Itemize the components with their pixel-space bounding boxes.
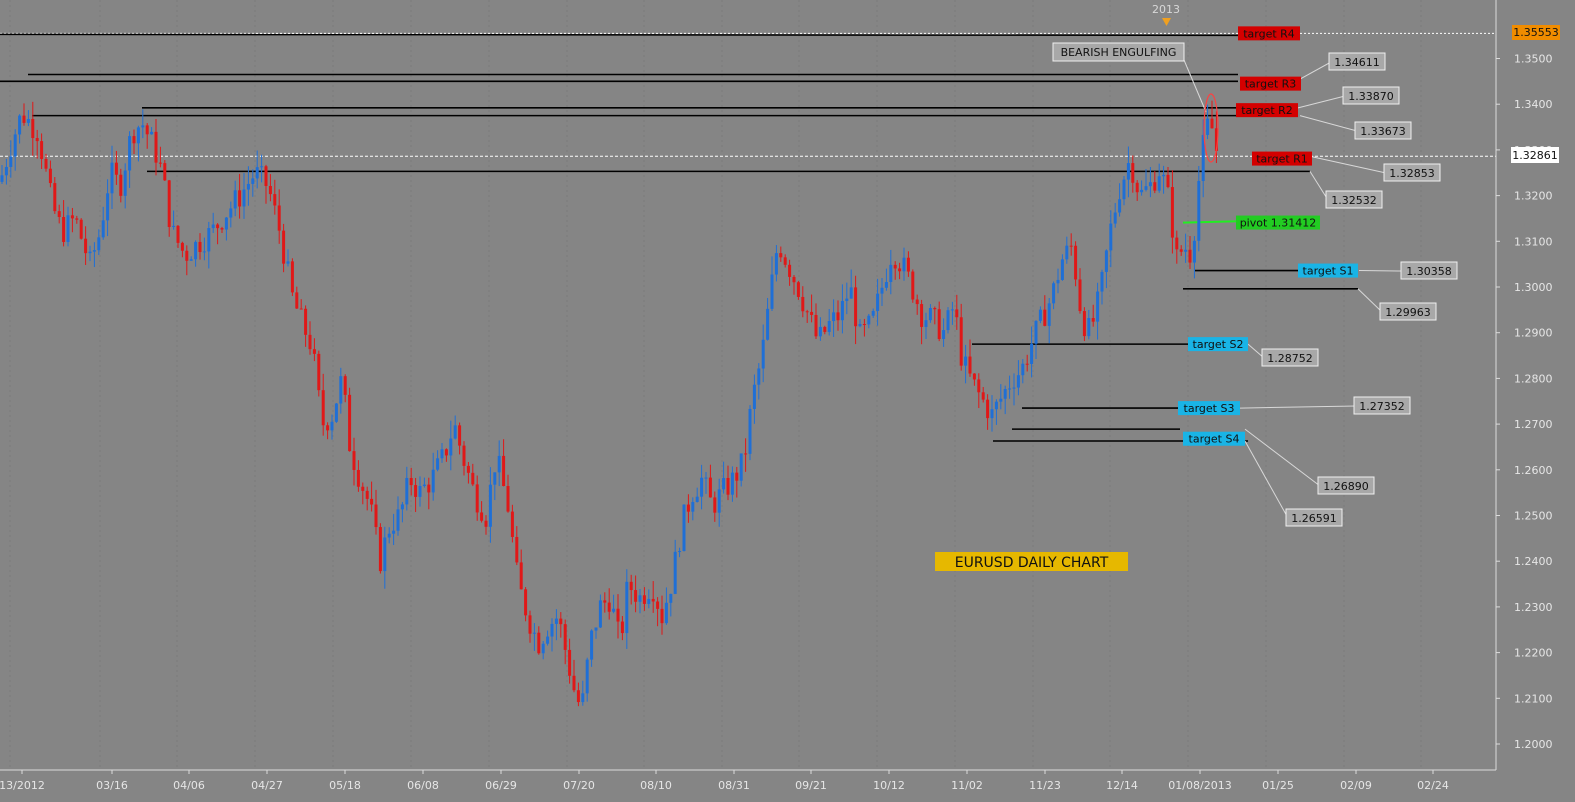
x-tick-label: 10/12 — [873, 779, 905, 792]
chart-title: EURUSD DAILY CHART — [955, 555, 1109, 571]
price-label: 1.32532 — [1325, 190, 1383, 209]
price-label: 1.26890 — [1317, 476, 1375, 495]
candle — [290, 258, 294, 297]
x-tick-label: 01/25 — [1262, 779, 1294, 792]
target-tag: target R1 — [1252, 151, 1312, 166]
x-tick-label: 06/29 — [485, 779, 517, 792]
y-tick-label: 1.2100 — [1514, 692, 1553, 705]
price-label-text: 1.26890 — [1323, 480, 1369, 493]
y-tick-label: 1.2400 — [1514, 555, 1553, 568]
price-label: 1.34611 — [1328, 52, 1386, 71]
x-tick-label: 03/16 — [96, 779, 128, 792]
x-tick-label: 02/24 — [1417, 779, 1449, 792]
price-label: 1.27352 — [1353, 396, 1411, 415]
price-label-text: 1.33870 — [1348, 90, 1394, 103]
target-label: target R3 — [1245, 78, 1297, 91]
price-label-text: 1.30358 — [1406, 265, 1452, 278]
y-tick-label: 1.2700 — [1514, 418, 1553, 431]
chart-background — [0, 0, 1575, 802]
x-tick-label: 05/18 — [329, 779, 361, 792]
candle — [748, 405, 752, 461]
x-tick-label: 11/23 — [1029, 779, 1061, 792]
target-tag: target S3 — [1178, 401, 1240, 416]
y-tick-label: 1.2200 — [1514, 647, 1553, 660]
candle — [682, 504, 686, 552]
price-label-text: 1.26591 — [1291, 512, 1337, 525]
target-label: target R2 — [1241, 104, 1293, 117]
x-tick-label: 12/14 — [1106, 779, 1138, 792]
price-label-text: 1.28752 — [1267, 352, 1313, 365]
y-tick-label: 1.2900 — [1514, 327, 1553, 340]
x-tick-label: 09/21 — [795, 779, 827, 792]
target-tag: pivot 1.31412 — [1236, 215, 1320, 230]
target-tag: target R4 — [1238, 26, 1300, 40]
y-tick-label: 1.2800 — [1514, 372, 1553, 385]
y-tick-label: 1.3100 — [1514, 235, 1553, 248]
target-label: target R1 — [1256, 153, 1308, 166]
level-line-r4 — [0, 33, 1239, 37]
target-label: target S3 — [1184, 402, 1235, 415]
y-tick-label: 1.3400 — [1514, 98, 1553, 111]
candle — [334, 403, 338, 423]
y-tick-label: 1.3000 — [1514, 281, 1553, 294]
price-label-text: 1.32853 — [1389, 167, 1435, 180]
price-label: 1.30358 — [1400, 261, 1458, 280]
x-tick-label: 02/09 — [1340, 779, 1372, 792]
candle — [317, 350, 321, 397]
target-tag: target S2 — [1188, 337, 1248, 352]
price-label: 1.32853 — [1383, 163, 1441, 182]
current-price-tag: 1.32861 — [1512, 149, 1558, 162]
target-label: target R4 — [1243, 27, 1295, 40]
x-tick-label: 01/08/2013 — [1168, 779, 1231, 792]
y-tick-label: 1.2300 — [1514, 601, 1553, 614]
price-label: 1.29963 — [1379, 302, 1437, 321]
x-tick-label: 04/27 — [251, 779, 283, 792]
y-tick-label: 1.2000 — [1514, 738, 1553, 751]
target-label: pivot 1.31412 — [1240, 217, 1317, 230]
price-label: 1.26591 — [1285, 508, 1343, 527]
x-tick-label: 04/06 — [173, 779, 205, 792]
pivot-line — [1182, 220, 1239, 224]
x-tick-label: 07/20 — [563, 779, 595, 792]
target-tag: target R2 — [1236, 103, 1298, 118]
x-tick-label: 11/02 — [951, 779, 983, 792]
candle — [946, 307, 950, 334]
price-label-text: 1.27352 — [1359, 400, 1405, 413]
candle — [1082, 307, 1086, 342]
x-tick-label: 06/08 — [407, 779, 439, 792]
target-tag: target S4 — [1183, 431, 1245, 446]
candle — [348, 387, 352, 452]
candle — [378, 523, 382, 574]
x-tick-label: 08/31 — [718, 779, 750, 792]
target-tag: target R3 — [1240, 76, 1301, 91]
y-tick-label: 1.2600 — [1514, 464, 1553, 477]
target-label: target S4 — [1189, 433, 1240, 446]
price-label-text: 1.32532 — [1331, 194, 1377, 207]
price-label-text: 1.34611 — [1334, 56, 1380, 69]
top-price-tag: 1.35553 — [1513, 26, 1559, 39]
target-tag: target S1 — [1298, 263, 1358, 278]
year-marker: 2013 — [1152, 3, 1180, 16]
candle — [163, 160, 167, 182]
price-label-text: 1.29963 — [1385, 306, 1431, 319]
x-tick-label: 13/2012 — [0, 779, 45, 792]
candle — [911, 269, 915, 303]
y-tick-label: 1.3500 — [1514, 53, 1553, 66]
price-label: 1.28752 — [1261, 348, 1319, 367]
y-tick-label: 1.2500 — [1514, 510, 1553, 523]
pattern-label: BEARISH ENGULFING — [1061, 46, 1177, 59]
target-label: target S1 — [1303, 265, 1354, 278]
x-tick-label: 08/10 — [640, 779, 672, 792]
target-label: target S2 — [1193, 338, 1244, 351]
y-tick-label: 1.3200 — [1514, 190, 1553, 203]
candle — [79, 218, 83, 240]
price-label: 1.33870 — [1342, 86, 1400, 105]
price-label-text: 1.33673 — [1360, 125, 1406, 138]
eurusd-daily-chart: target R4 target R3 target R2 target R1 pivo… — [0, 0, 1575, 802]
price-label: 1.33673 — [1354, 121, 1412, 140]
